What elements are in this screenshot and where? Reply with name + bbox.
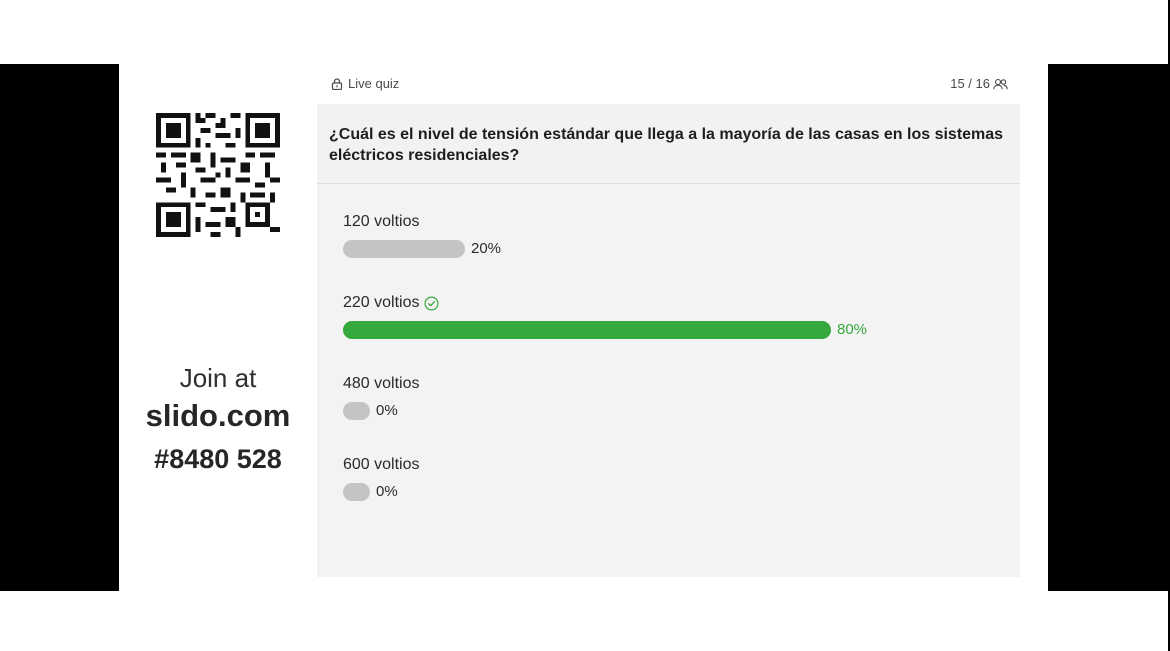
participants-icon <box>993 78 1008 89</box>
option-label-row: 220 voltios <box>343 293 1003 313</box>
option-label-row: 480 voltios <box>343 374 1003 394</box>
option-label: 120 voltios <box>343 213 420 230</box>
check-circle-icon <box>423 295 439 311</box>
result-track <box>343 483 953 501</box>
result-bar <box>343 402 370 420</box>
result-track <box>343 240 953 258</box>
event-code: #8480 528 <box>154 444 282 474</box>
option-label: 220 voltios <box>343 294 420 311</box>
option-label-row: 600 voltios <box>343 455 1003 475</box>
option-result: 80% <box>343 319 1003 339</box>
option-result: 0% <box>343 400 1003 420</box>
option-label: 600 voltios <box>343 456 420 473</box>
lock-icon <box>331 77 343 90</box>
result-percent: 0% <box>376 483 398 500</box>
result-percent: 20% <box>471 240 502 257</box>
option-row: 220 voltios 80% <box>343 293 1003 339</box>
option-result: 20% <box>343 238 1003 258</box>
quiz-mode: Live quiz <box>331 76 399 91</box>
join-prefix: Join at <box>179 363 257 393</box>
question-progress: 15 / 16 <box>950 76 1008 91</box>
question-text: ¿Cuál es el nivel de tensión estándar qu… <box>317 104 1020 184</box>
qr-code-icon <box>156 113 280 237</box>
option-label: 480 voltios <box>343 375 420 392</box>
quiz-mode-label: Live quiz <box>348 76 400 91</box>
option-row: 480 voltios 0% <box>343 374 1003 420</box>
result-percent: 0% <box>376 402 398 419</box>
result-bar <box>343 240 465 258</box>
result-bar <box>343 321 831 339</box>
question-progress-text: 15 / 16 <box>950 76 990 91</box>
quiz-topbar: Live quiz 15 / 16 <box>331 74 1008 94</box>
quiz-results-panel: ¿Cuál es el nivel de tensión estándar qu… <box>317 104 1020 577</box>
option-label-row: 120 voltios <box>343 212 1003 232</box>
result-track <box>343 402 953 420</box>
option-result: 0% <box>343 481 1003 501</box>
join-url: slido.com <box>145 398 291 433</box>
result-percent: 80% <box>837 321 868 338</box>
option-row: 600 voltios 0% <box>343 455 1003 501</box>
result-bar <box>343 483 370 501</box>
option-row: 120 voltios 20% <box>343 212 1003 258</box>
